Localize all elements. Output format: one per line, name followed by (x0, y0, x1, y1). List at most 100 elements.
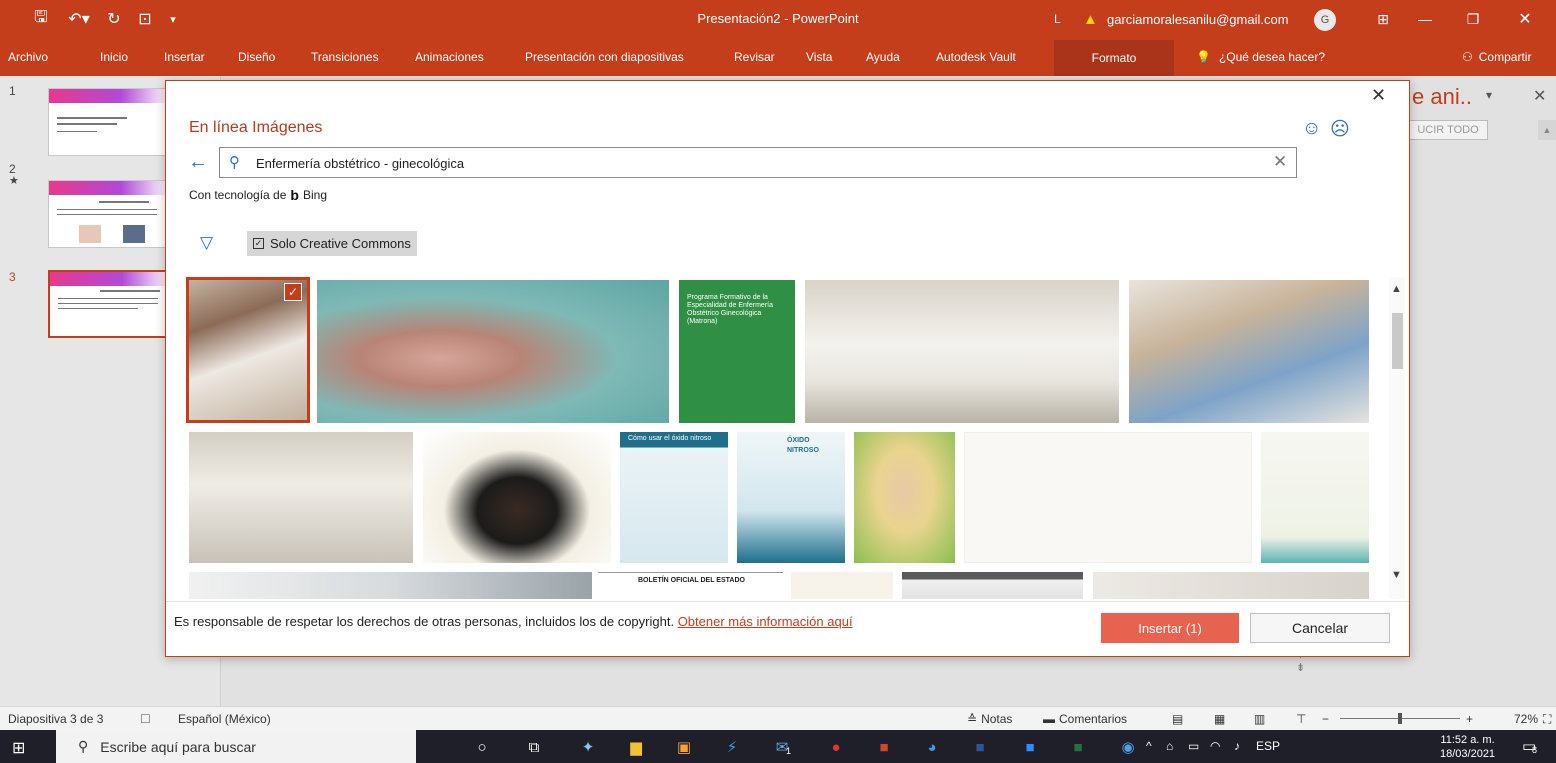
show-hidden-icons[interactable]: ^ (1146, 739, 1152, 753)
tab-presentacion[interactable]: Presentación con diapositivas (525, 50, 684, 64)
store-icon[interactable]: ▣ (672, 735, 696, 759)
image-result-poster[interactable] (1261, 432, 1369, 563)
ribbon-display-icon[interactable]: ⊞ (1368, 8, 1398, 30)
scroll-up-icon[interactable]: ▲ (1391, 283, 1402, 295)
image-result-nurses-meeting[interactable] (1129, 280, 1369, 423)
image-result-table[interactable] (902, 572, 1083, 599)
slide-thumbnail-1[interactable] (48, 88, 168, 156)
clear-search-icon[interactable]: ✕ (1273, 152, 1287, 172)
share-button[interactable]: ⚇ Compartir (1462, 50, 1531, 64)
image-result-nurse-selected[interactable]: ✓ (186, 277, 310, 423)
minimize-icon[interactable]: — (1410, 8, 1440, 30)
wifi-icon[interactable]: ◠ (1210, 739, 1220, 753)
image-result-graduation-cap[interactable] (423, 432, 611, 563)
system-clock[interactable]: 11:52 a. m. 18/03/2021 (1440, 733, 1495, 761)
tab-formato[interactable]: Formato (1054, 40, 1174, 76)
image-result-medical-team[interactable] (805, 280, 1119, 423)
avatar[interactable]: G (1314, 9, 1336, 31)
volume-icon[interactable]: ♪ (1234, 739, 1240, 753)
slide-sorter-icon[interactable]: ▦ (1214, 712, 1225, 726)
cortana-icon[interactable]: ○ (470, 735, 494, 759)
move-up-icon[interactable]: ▲ (1538, 120, 1556, 140)
close-pane-icon[interactable]: ✕ (1533, 86, 1546, 106)
tab-transiciones[interactable]: Transiciones (311, 50, 379, 64)
word-icon[interactable]: ■ (968, 735, 992, 759)
tab-ayuda[interactable]: Ayuda (866, 50, 900, 64)
scroll-thumb[interactable] (1392, 313, 1403, 369)
warning-icon[interactable]: ▲ (1083, 11, 1098, 28)
filter-icon[interactable]: ▽ (200, 233, 213, 253)
tab-archivo[interactable]: Archivo (8, 50, 48, 64)
customize-toolbar-icon[interactable]: ▾ (166, 8, 180, 30)
normal-view-icon[interactable]: ▤ (1172, 712, 1183, 726)
results-scrollbar[interactable]: ▲ ▼ (1389, 277, 1405, 599)
battery-icon[interactable]: ▭ (1188, 739, 1199, 753)
cancel-button[interactable]: Cancelar (1250, 613, 1390, 643)
spelling-icon[interactable]: ☐ (140, 712, 151, 726)
tab-vista[interactable]: Vista (806, 50, 832, 64)
image-result-boe[interactable]: BOLETÍN OFICIAL DEL ESTADO (598, 572, 783, 599)
image-result-people[interactable] (1093, 572, 1369, 599)
play-all-button[interactable]: UCIR TODO (1408, 120, 1488, 140)
tab-diseno[interactable]: Diseño (238, 50, 275, 64)
vs-code-icon[interactable]: ⚡ (720, 735, 744, 759)
scroll-down-icon[interactable]: ▼ (1391, 569, 1402, 581)
help-app-icon[interactable]: ◉ (1116, 735, 1140, 759)
close-window-icon[interactable]: ✕ (1510, 8, 1540, 30)
slideshow-view-icon[interactable]: ⊤ (1296, 712, 1306, 726)
image-result-stethoscope[interactable] (189, 572, 592, 599)
close-dialog-icon[interactable]: ✕ (1371, 85, 1386, 106)
undo-icon[interactable]: ↶▾ (64, 8, 94, 30)
fit-slide-icon[interactable]: ⛶ (1543, 712, 1551, 727)
comments-button[interactable]: ▬ Comentarios (1043, 712, 1127, 726)
smile-feedback-icon[interactable]: ☺ (1302, 118, 1321, 140)
account-email[interactable]: garciamoralesanilu@gmail.com (1107, 12, 1289, 27)
present-icon[interactable]: ⊡ (134, 8, 156, 30)
taskbar-search[interactable]: ⚲ Escribe aquí para buscar (56, 730, 416, 763)
maximize-icon[interactable]: ❐ (1458, 8, 1488, 30)
image-result-book-cover[interactable]: Programa Formativo de la Especialidad de… (679, 280, 795, 423)
image-result-doctors-ward[interactable] (189, 432, 413, 563)
opera-icon[interactable]: ● (824, 735, 848, 759)
image-result-infographic-2[interactable]: ÓXIDO NITROSO (737, 432, 845, 563)
zoom-in-icon[interactable]: + (1466, 712, 1473, 726)
insert-button[interactable]: Insertar (1) (1101, 613, 1239, 643)
tab-autodesk-vault[interactable]: Autodesk Vault (936, 50, 1016, 64)
zoom-level[interactable]: 72% (1514, 712, 1538, 726)
task-view-icon[interactable]: ⧉ (522, 735, 546, 759)
image-result-woman-portrait[interactable] (854, 432, 955, 563)
chevron-down-icon[interactable]: ▾ (1486, 88, 1492, 102)
windows-start-icon[interactable]: ⊞ (12, 738, 25, 758)
frown-feedback-icon[interactable]: ☹ (1330, 118, 1350, 141)
notes-button[interactable]: ≙ Notas (967, 712, 1012, 726)
tab-animaciones[interactable]: Animaciones (415, 50, 484, 64)
image-result-care-chart[interactable] (964, 432, 1252, 563)
dropbox-icon[interactable]: ✦ (576, 735, 600, 759)
image-result-infographic-1[interactable]: Cómo usar el óxido nitroso (620, 432, 728, 563)
edge-icon[interactable]: ◕ (920, 735, 944, 759)
redo-icon[interactable]: ↻ (104, 8, 124, 30)
tab-insertar[interactable]: Insertar (164, 50, 205, 64)
zoom-app-icon[interactable]: ■ (1018, 735, 1042, 759)
file-explorer-icon[interactable]: ▆ (624, 735, 648, 759)
back-arrow-icon[interactable]: ← (188, 151, 208, 174)
image-result-document[interactable] (791, 572, 893, 599)
creative-commons-checkbox[interactable]: ✓ Solo Creative Commons (247, 231, 417, 256)
powerpoint-icon[interactable]: ■ (872, 735, 896, 759)
reading-view-icon[interactable]: ▥ (1254, 712, 1265, 726)
more-info-link[interactable]: Obtener más información aquí (678, 614, 853, 629)
save-icon[interactable]: 🖫 (30, 8, 52, 30)
tab-inicio[interactable]: Inicio (100, 50, 128, 64)
excel-icon[interactable]: ■ (1066, 735, 1090, 759)
network-icon[interactable]: ⌂ (1166, 739, 1173, 753)
image-result-newborn[interactable] (317, 280, 669, 423)
zoom-out-icon[interactable]: − (1322, 712, 1329, 726)
tell-me-box[interactable]: 💡 ¿Qué desea hacer? (1196, 50, 1325, 64)
slide-thumbnail-3[interactable] (48, 270, 168, 338)
slide-thumbnail-2[interactable] (48, 180, 168, 248)
search-input[interactable] (256, 152, 1256, 174)
tab-revisar[interactable]: Revisar (734, 50, 775, 64)
input-language[interactable]: ESP (1256, 739, 1280, 753)
zoom-slider-knob[interactable] (1398, 713, 1402, 724)
language-status[interactable]: Español (México) (178, 712, 271, 726)
